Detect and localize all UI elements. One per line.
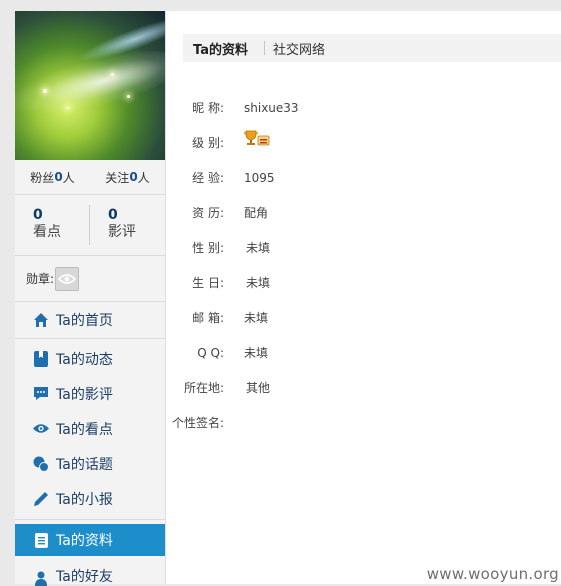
field-gender: 性 别: 未填: [166, 230, 561, 265]
follow-counts: 粉丝 0 人 关注 0 人: [15, 160, 165, 195]
stats-divider: [89, 205, 90, 245]
field-experience: 经 验: 1095: [166, 160, 561, 195]
field-email: 邮 箱: 未填: [166, 300, 561, 335]
field-nickname: 昵 称: shixue33: [166, 90, 561, 125]
watermark: www.wooyun.org: [426, 565, 559, 583]
tab-divider: [263, 41, 265, 55]
comment-icon: [33, 386, 49, 402]
field-value: 未填: [246, 241, 271, 255]
sidebar-item-label: Ta的好友: [56, 569, 113, 585]
field-label: 邮 箱:: [192, 311, 224, 325]
field-value: 未填: [244, 346, 269, 360]
field-label: 性 别:: [192, 241, 224, 255]
pencil-icon: [33, 491, 49, 507]
field-label: 级 别:: [192, 136, 224, 150]
eye-icon: [33, 421, 49, 437]
sidebar-item-news[interactable]: Ta的小报: [15, 481, 165, 516]
field-label: 经 验:: [192, 171, 224, 185]
home-icon: [33, 312, 49, 328]
stat-reviews[interactable]: 0 影评: [90, 195, 165, 255]
field-value: 配角: [244, 206, 269, 220]
stat-highlights-label: 看点: [33, 224, 61, 240]
field-birthday: 生 日: 未填: [166, 265, 561, 300]
field-label: 个性签名:: [171, 416, 224, 430]
sidebar-item-label: Ta的话题: [56, 456, 113, 473]
field-value: 1095: [244, 170, 275, 185]
profile-fields: 昵 称: shixue33 级 别: 经 验: 1095 资 历: 配角 性 别…: [166, 90, 561, 440]
stat-reviews-label: 影评: [108, 224, 136, 240]
field-value: 未填: [244, 311, 269, 325]
profile-sidebar: 粉丝 0 人 关注 0 人 0 看点 0 影评 勋章: Ta的首页 Ta的动态 …: [15, 11, 166, 586]
field-label: 所在地:: [183, 381, 224, 395]
sidebar-item-friends[interactable]: Ta的好友: [15, 556, 165, 586]
medal-label: 勋章:: [26, 272, 55, 286]
field-signature: 个性签名:: [166, 405, 561, 440]
chat-bubbles-icon: [33, 456, 49, 472]
field-value: shixue33: [244, 100, 299, 115]
document-icon: [33, 532, 49, 548]
field-seniority: 资 历: 配角: [166, 195, 561, 230]
eye-icon[interactable]: [55, 266, 80, 291]
sidebar-item-label: Ta的小报: [56, 491, 113, 508]
sidebar-item-activity[interactable]: Ta的动态: [15, 341, 165, 376]
stats-panel: 0 看点 0 影评: [15, 195, 165, 256]
profile-tabs: Ta的资料 社交网络: [183, 34, 561, 62]
sidebar-item-highlights[interactable]: Ta的看点: [15, 411, 165, 446]
following-count[interactable]: 关注 0 人: [90, 160, 165, 194]
field-qq: Q Q: 未填: [166, 335, 561, 370]
stat-reviews-count: 0: [108, 207, 118, 223]
tab-social-network[interactable]: 社交网络: [273, 39, 325, 58]
stat-highlights[interactable]: 0 看点: [15, 195, 90, 255]
sidebar-item-label: Ta的看点: [56, 421, 113, 438]
medal-row: 勋章:: [15, 256, 165, 302]
sidebar-item-label: Ta的影评: [56, 386, 113, 403]
field-value: 未填: [246, 276, 271, 290]
bookmark-icon: [33, 350, 49, 367]
avatar[interactable]: [15, 11, 165, 160]
trophy-level-icon: [244, 130, 270, 149]
field-value: 其他: [246, 381, 271, 395]
fans-count[interactable]: 粉丝 0 人: [15, 160, 90, 194]
page-frame: 粉丝 0 人 关注 0 人 0 看点 0 影评 勋章: Ta的首页 Ta的动态 …: [0, 0, 561, 586]
field-label: 生 日:: [192, 276, 224, 290]
sidebar-item-topics[interactable]: Ta的话题: [15, 446, 165, 481]
sidebar-item-label: Ta的首页: [56, 313, 113, 329]
main-content: Ta的资料 社交网络 昵 称: shixue33 级 别: 经 验: 1095 …: [166, 11, 561, 584]
field-level: 级 别:: [166, 125, 561, 160]
field-label: Q Q:: [197, 345, 224, 360]
field-location: 所在地: 其他: [166, 370, 561, 405]
field-label: 资 历:: [192, 206, 224, 220]
tab-profile[interactable]: Ta的资料: [183, 39, 248, 58]
sidebar-nav-group: Ta的动态 Ta的影评 Ta的看点 Ta的话题 Ta的小报: [15, 339, 165, 520]
sidebar-item-home[interactable]: Ta的首页: [15, 302, 165, 339]
stat-highlights-count: 0: [33, 207, 43, 223]
sidebar-item-label: Ta的资料: [56, 533, 113, 549]
field-label: 昵 称:: [192, 101, 224, 115]
sidebar-item-reviews[interactable]: Ta的影评: [15, 376, 165, 411]
sidebar-item-profile[interactable]: Ta的资料: [15, 524, 165, 556]
sidebar-item-label: Ta的动态: [56, 351, 113, 368]
